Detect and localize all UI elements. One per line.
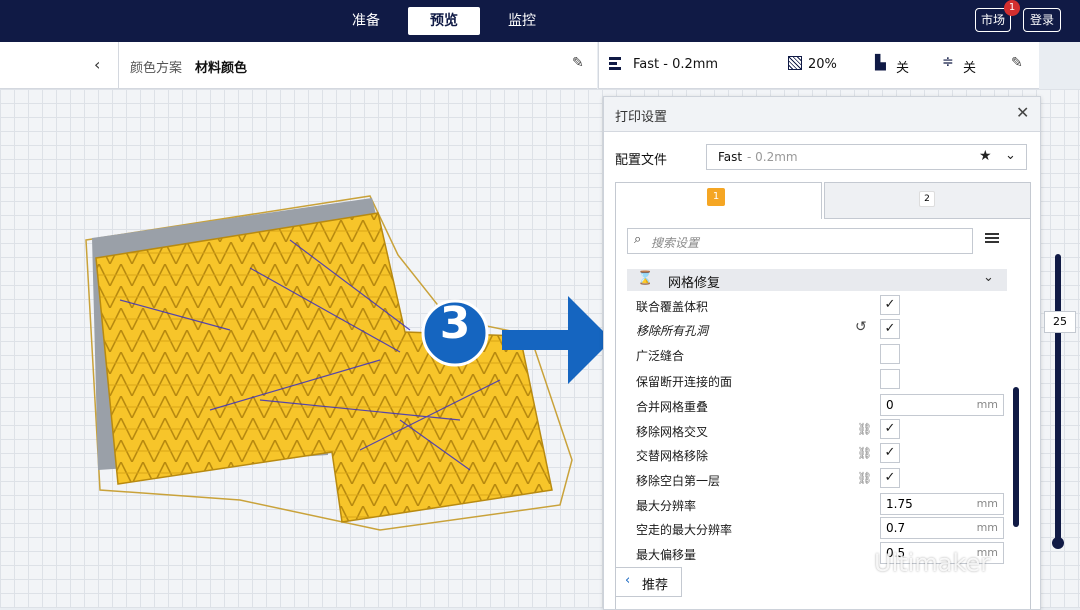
reset-icon[interactable]: ↺ bbox=[855, 319, 867, 335]
setting-checkbox[interactable]: ✓ bbox=[880, 319, 900, 339]
profile-icon bbox=[609, 57, 621, 70]
setting-label: 移除所有孔洞 bbox=[636, 324, 709, 338]
setting-label: 空走的最大分辨率 bbox=[636, 523, 733, 537]
watermark-text: Ultimaker bbox=[874, 549, 991, 577]
setting-checkbox[interactable]: ✓ bbox=[880, 468, 900, 488]
field-value: 0.7 bbox=[886, 521, 906, 535]
extruder-tab-1[interactable]: 1 bbox=[615, 182, 822, 219]
setting-checkbox[interactable]: ✓ bbox=[880, 443, 900, 463]
view-toolbar: ‹ 颜色方案 材料颜色 ✎ bbox=[0, 42, 597, 89]
field-value: 1.75 bbox=[886, 497, 913, 511]
login-button[interactable]: 登录 bbox=[1023, 8, 1061, 32]
adhesion-value: 关 bbox=[963, 61, 977, 76]
setting-label: 合并网格重叠 bbox=[636, 400, 709, 414]
color-scheme-label: 颜色方案 bbox=[130, 61, 183, 76]
notification-badge: 1 bbox=[1004, 0, 1020, 16]
panel-header bbox=[604, 97, 1040, 132]
link-icon: ⛓ bbox=[857, 446, 873, 460]
recommended-button[interactable]: ‹ 推荐 bbox=[615, 567, 682, 597]
step-number: 3 bbox=[439, 298, 471, 349]
print-settings-panel: 打印设置 ✕ 配置文件 Fast - 0.2mm ★ ⌄ 1 2 ⌕ 搜索设置 … bbox=[603, 96, 1041, 610]
profile-summary: Fast - 0.2mm bbox=[633, 57, 719, 72]
field-unit: mm bbox=[976, 521, 998, 534]
color-scheme-dropdown[interactable]: 材料颜色 bbox=[195, 57, 247, 76]
top-navigation-bar: 准备 预览 监控 市场 1 登录 bbox=[0, 0, 1080, 42]
panel-title: 打印设置 bbox=[615, 110, 668, 125]
link-icon: ⛓ bbox=[857, 422, 873, 436]
support-value: 关 bbox=[896, 61, 910, 76]
field-value: 0 bbox=[886, 398, 894, 412]
star-icon[interactable]: ★ bbox=[979, 148, 992, 164]
setting-label: 移除空白第一层 bbox=[636, 474, 721, 488]
adhesion-icon: ≑ bbox=[942, 54, 954, 70]
search-settings-field[interactable]: ⌕ 搜索设置 bbox=[627, 228, 973, 254]
profile-label: 配置文件 bbox=[615, 153, 668, 168]
profile-dropdown[interactable]: Fast - 0.2mm ★ ⌄ bbox=[706, 144, 1027, 170]
setting-label: 保留断开连接的面 bbox=[636, 375, 733, 389]
setting-number-field[interactable]: 0 mm bbox=[880, 394, 1004, 416]
category-title: 网格修复 bbox=[668, 276, 721, 291]
tab-preview[interactable]: 预览 bbox=[408, 7, 480, 35]
profile-layer: - 0.2mm bbox=[747, 150, 798, 164]
chevron-down-icon[interactable]: ⌄ bbox=[983, 270, 994, 285]
pencil-icon[interactable]: ✎ bbox=[1011, 55, 1023, 71]
recommended-label: 推荐 bbox=[642, 578, 669, 593]
mesh-fix-icon: ⌛ bbox=[637, 271, 654, 286]
model-infill bbox=[95, 212, 553, 523]
tab-prepare[interactable]: 准备 bbox=[340, 7, 392, 35]
extruder-2-badge: 2 bbox=[919, 191, 935, 207]
chevron-down-icon[interactable]: ⌄ bbox=[1005, 148, 1016, 163]
setting-label: 联合覆盖体积 bbox=[636, 300, 709, 314]
support-icon: ▙ bbox=[875, 55, 886, 71]
infill-icon bbox=[788, 56, 802, 70]
link-icon: ⛓ bbox=[857, 471, 873, 485]
setting-number-field[interactable]: 0.7 mm bbox=[880, 517, 1004, 539]
setting-label: 移除网格交叉 bbox=[636, 425, 709, 439]
setting-checkbox[interactable] bbox=[880, 344, 900, 364]
menu-icon[interactable] bbox=[985, 231, 999, 245]
setting-checkbox[interactable]: ✓ bbox=[880, 295, 900, 315]
field-unit: mm bbox=[976, 398, 998, 411]
setting-checkbox[interactable]: ✓ bbox=[880, 419, 900, 439]
divider bbox=[118, 42, 119, 88]
setting-label: 交替网格移除 bbox=[636, 449, 709, 463]
category-header-mesh-fixes[interactable]: ⌛ 网格修复 ⌄ bbox=[627, 269, 1007, 291]
settings-scrollbar[interactable] bbox=[1013, 387, 1019, 527]
profile-name: Fast bbox=[718, 150, 743, 164]
layer-slider-bottom-handle[interactable] bbox=[1052, 537, 1064, 549]
layer-slider-track[interactable] bbox=[1055, 254, 1061, 544]
setting-number-field[interactable]: 1.75 mm bbox=[880, 493, 1004, 515]
layer-number-field[interactable]: 25 bbox=[1044, 311, 1076, 333]
extruder-1-badge: 1 bbox=[707, 188, 725, 206]
setting-label: 最大偏移量 bbox=[636, 548, 697, 562]
print-setup-summary[interactable]: Fast - 0.2mm 20% ▙ 关 ≑ 关 ✎ bbox=[598, 42, 1039, 89]
setting-label: 广泛缝合 bbox=[636, 349, 685, 363]
infill-value: 20% bbox=[808, 57, 837, 72]
tab-monitor[interactable]: 监控 bbox=[496, 7, 548, 35]
search-icon: ⌕ bbox=[634, 232, 642, 247]
field-unit: mm bbox=[976, 497, 998, 510]
setting-checkbox[interactable] bbox=[880, 369, 900, 389]
close-icon[interactable]: ✕ bbox=[1016, 103, 1029, 122]
pencil-icon[interactable]: ✎ bbox=[572, 55, 584, 71]
chevron-left-icon: ‹ bbox=[625, 573, 631, 588]
chevron-left-icon[interactable]: ‹ bbox=[94, 55, 100, 74]
search-placeholder: 搜索设置 bbox=[651, 236, 700, 250]
setting-label: 最大分辨率 bbox=[636, 499, 697, 513]
extruder-tab-2[interactable]: 2 bbox=[824, 182, 1031, 219]
